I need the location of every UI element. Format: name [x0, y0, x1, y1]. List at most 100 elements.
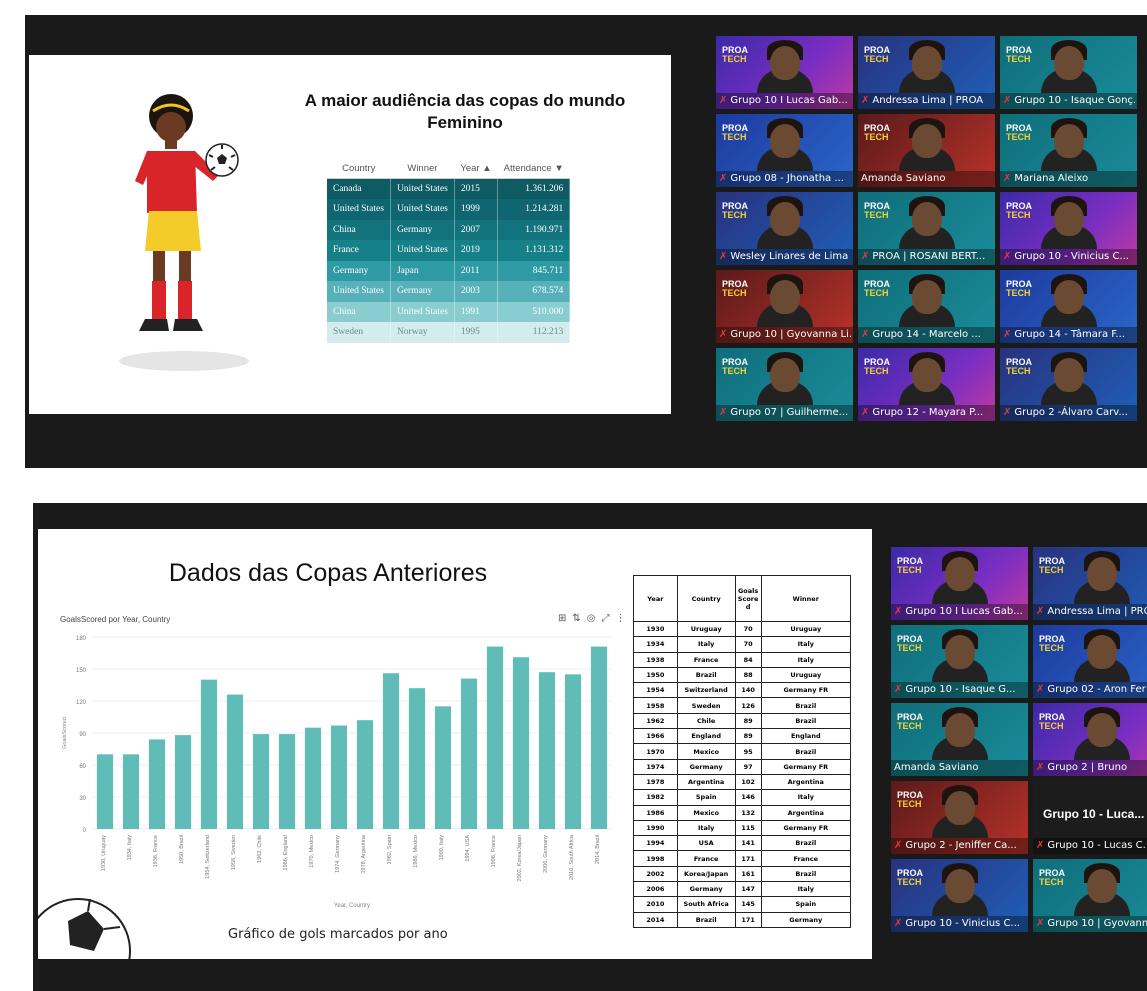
bar[interactable]	[408, 688, 426, 829]
x-tick-label: 1954, Switzerland	[205, 835, 211, 879]
more-options-icon[interactable]: ⋮	[616, 613, 632, 624]
sort-icon[interactable]: ⇅	[572, 613, 586, 624]
column-header[interactable]: Year ▲	[454, 158, 498, 179]
bar[interactable]	[512, 657, 530, 829]
bar[interactable]	[538, 672, 556, 829]
table-row: 1974 Germany 97 Germany FR	[633, 758, 852, 775]
proa-tech-logo: PROA TECH	[1039, 869, 1065, 887]
participant-name: ✗ Grupo 10 - Lucas C...	[1033, 838, 1147, 854]
y-tick-label: 0	[83, 828, 87, 834]
table-cell: Brazil	[760, 865, 852, 883]
table-cell: 140	[734, 682, 762, 699]
bar[interactable]	[460, 678, 478, 829]
table-cell: 171	[734, 911, 762, 928]
bar[interactable]	[96, 754, 114, 829]
proa-tech-logo: PROA TECH	[1039, 635, 1065, 653]
table-cell: Argentina	[760, 804, 852, 821]
table-cell: 141	[734, 835, 762, 852]
muted-mic-icon: ✗	[1036, 918, 1045, 929]
bar[interactable]	[434, 706, 452, 829]
participant-tile[interactable]: PROA TECH ✗ Grupo 14 - Marcelo ...	[858, 270, 995, 343]
chart-caption: Gráfico de gols marcados por ano	[228, 927, 448, 942]
x-tick-label: 1938, France	[153, 835, 159, 867]
bar[interactable]	[174, 735, 192, 829]
participant-tile[interactable]: ✗ Grupo 10 - Lucas C... Grupo 10 - Luca...	[1033, 781, 1147, 854]
participant-tile[interactable]: PROA TECH ✗ Grupo 02 - Aron Fer	[1033, 625, 1147, 698]
bar[interactable]	[226, 694, 244, 829]
participant-tile[interactable]: PROA TECH ✗ Grupo 10 - Vinicius C...	[1000, 192, 1137, 265]
logo-text: TECH	[1039, 877, 1064, 887]
participant-tile[interactable]: PROA TECH ✗ Grupo 08 - Jhonatha ...	[716, 114, 853, 187]
world-cup-table: Year Country Goals Score d Winner 1930 Urugu…	[633, 575, 852, 928]
attendance-table: Country Winner Year ▲ Attendance ▼ Canada Un…	[327, 158, 571, 343]
name-only-label: Grupo 10 - Luca...	[1043, 807, 1145, 821]
participant-tile[interactable]: PROA TECH ✗ Grupo 10 | Gyovanna	[1033, 859, 1147, 932]
column-header[interactable]: Attendance ▼	[497, 158, 570, 179]
bar[interactable]	[278, 734, 296, 829]
participant-tile[interactable]: PROA TECH ✗ Grupo 2 | Bruno	[1033, 703, 1147, 776]
logo-text: TECH	[897, 565, 922, 575]
participant-tile[interactable]: PROA TECH ✗ Andressa Lima | PROA	[858, 36, 995, 109]
participant-tile[interactable]: PROA TECH ✗ Grupo 10 I Lucas Gab...	[716, 36, 853, 109]
participant-name: ✗ Grupo 10 I Lucas Gab...	[891, 604, 1028, 620]
column-header: Year	[633, 575, 678, 622]
screenshot-panel-2: Dados das Copas Anteriores GoalsScored p…	[33, 503, 1147, 991]
table-cell: United States	[390, 199, 455, 220]
participant-tile[interactable]: PROA TECH ✗ Andressa Lima | PRO	[1033, 547, 1147, 620]
participant-tile[interactable]: PROA TECH ✗ Mariana Aleixo	[1000, 114, 1137, 187]
participant-tile[interactable]: PROA TECH ✗ Grupo 10 | Gyovanna Li...	[716, 270, 853, 343]
bar[interactable]	[486, 646, 504, 829]
bar[interactable]	[590, 646, 608, 829]
proa-tech-logo: PROA TECH	[1039, 557, 1065, 575]
column-header: Goals Score d	[734, 575, 762, 622]
shared-slide-1: A maior audiência das copas do mundo Fem…	[29, 55, 671, 414]
table-cell: 102	[734, 773, 762, 791]
participant-tile[interactable]: PROA TECH ✗ PROA | ROSANI BERT...	[858, 192, 995, 265]
bar[interactable]	[564, 674, 582, 829]
bar[interactable]	[122, 754, 140, 829]
table-cell: Canada	[327, 178, 391, 199]
table-cell: China	[327, 219, 391, 240]
table-cell: 70	[734, 620, 762, 638]
participant-tile[interactable]: PROA TECH ✗ Wesley Linares de Lima	[716, 192, 853, 265]
x-tick-label: 2006, Germany	[543, 835, 549, 873]
bar[interactable]	[382, 673, 400, 829]
participant-tile[interactable]: PROA TECH ✗ Grupo 10 - Vinicius C...	[891, 859, 1028, 932]
table-cell: 1974	[633, 758, 678, 775]
proa-tech-logo: PROA TECH	[897, 635, 923, 653]
table-cell: 1978	[633, 773, 678, 791]
participant-tile[interactable]: PROA TECH Amanda Saviano	[858, 114, 995, 187]
participant-name: ✗ Grupo 2 | Bruno	[1033, 760, 1147, 776]
table-cell: 1.361.206	[497, 178, 571, 199]
participant-tile[interactable]: PROA TECH ✗ Grupo 07 | Guilherme...	[716, 348, 853, 421]
bar[interactable]	[148, 739, 166, 829]
logo-text: TECH	[897, 877, 922, 887]
x-tick-label: 1934, Italy	[127, 835, 133, 861]
bar[interactable]	[356, 720, 374, 829]
participant-tile[interactable]: PROA TECH ✗ Grupo 10 I Lucas Gab...	[891, 547, 1028, 620]
table-cell: 2003	[454, 281, 499, 302]
participant-tile[interactable]: PROA TECH Amanda Saviano	[891, 703, 1028, 776]
column-header[interactable]: Country	[327, 158, 391, 179]
participant-tile[interactable]: PROA TECH ✗ Grupo 2 - Jeniffer Ca...	[891, 781, 1028, 854]
bar[interactable]	[304, 727, 322, 829]
muted-mic-icon: ✗	[719, 173, 728, 184]
participant-tile[interactable]: PROA TECH ✗ Grupo 10 - Isaque G...	[891, 625, 1028, 698]
participant-tile[interactable]: PROA TECH ✗ Grupo 14 - Tâmara F...	[1000, 270, 1137, 343]
participant-tile[interactable]: PROA TECH ✗ Grupo 10 - Isaque Gonç...	[1000, 36, 1137, 109]
participant-tile[interactable]: PROA TECH ✗ Grupo 2 -Álvaro Carv...	[1000, 348, 1137, 421]
focus-icon[interactable]: ◎	[587, 613, 602, 624]
table-cell: Sweden	[676, 697, 736, 714]
table-cell: 1962	[633, 712, 678, 730]
column-header[interactable]: Winner	[390, 158, 455, 179]
table-cell: Korea/Japan	[676, 865, 736, 883]
logo-text: TECH	[897, 643, 922, 653]
bar[interactable]	[252, 734, 270, 829]
bar[interactable]	[200, 679, 218, 829]
table-cell: 1934	[633, 636, 678, 653]
participant-tile[interactable]: PROA TECH ✗ Grupo 12 - Mayara P...	[858, 348, 995, 421]
expand-icon[interactable]: ⤢	[602, 613, 616, 624]
bar[interactable]	[330, 725, 348, 829]
table-view-icon[interactable]: ⊞	[558, 613, 572, 624]
table-cell: 112.213	[497, 322, 571, 343]
